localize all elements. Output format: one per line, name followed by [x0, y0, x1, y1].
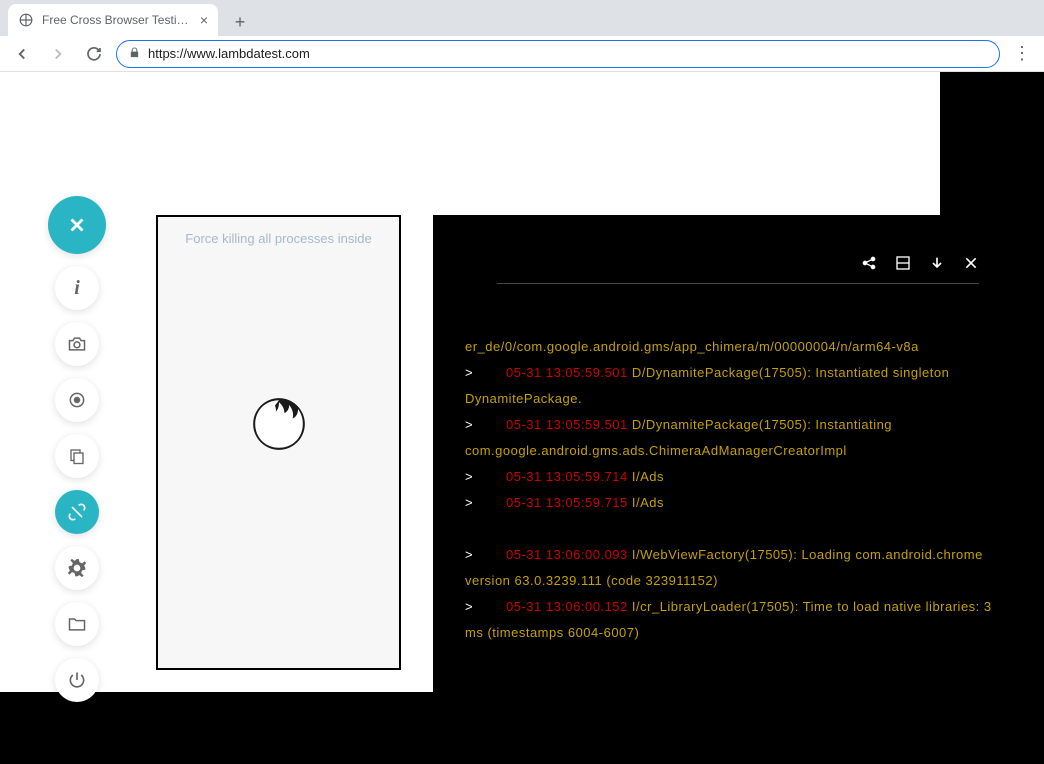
sidebar: i — [48, 196, 106, 702]
screenshot-button[interactable] — [55, 322, 99, 366]
close-logs-button[interactable] — [963, 255, 979, 271]
address-bar-row: https://www.lambdatest.com ⋮ — [0, 36, 1044, 72]
share-icon — [861, 255, 877, 271]
split-button[interactable] — [895, 255, 911, 271]
close-session-button[interactable] — [48, 196, 106, 254]
tab-bar: Free Cross Browser Testing Clou × + — [0, 0, 1044, 36]
page-content: i Force killing all processes inside — [0, 72, 940, 692]
files-button[interactable] — [55, 602, 99, 646]
log-line — [465, 516, 1011, 542]
log-line: er_de/0/com.google.android.gms/app_chime… — [465, 334, 1011, 360]
device-frame[interactable]: Force killing all processes inside — [156, 215, 401, 670]
power-button[interactable] — [55, 658, 99, 702]
device-status-text: Force killing all processes inside — [171, 217, 385, 260]
log-line: > 05-31 13:06:00.093 I/WebViewFactory(17… — [465, 542, 1011, 594]
browser-menu-icon[interactable]: ⋮ — [1008, 43, 1036, 64]
gear-icon — [67, 558, 87, 578]
camera-icon — [67, 334, 87, 354]
firefox-logo-icon — [245, 390, 313, 458]
copy-button[interactable] — [55, 434, 99, 478]
tools-icon — [67, 502, 87, 522]
logs-body[interactable]: er_de/0/com.google.android.gms/app_chime… — [433, 284, 1043, 666]
browser-tab[interactable]: Free Cross Browser Testing Clou × — [8, 4, 218, 36]
new-tab-button[interactable]: + — [226, 8, 254, 36]
lock-icon — [129, 47, 140, 61]
back-button[interactable] — [8, 40, 36, 68]
close-tab-icon[interactable]: × — [200, 12, 208, 28]
browser-chrome: Free Cross Browser Testing Clou × + http… — [0, 0, 1044, 72]
logs-header: LOGS — [497, 229, 979, 284]
reload-button[interactable] — [80, 40, 108, 68]
logs-panel: LOGS er_de/0/com.goog — [433, 215, 1043, 764]
close-icon — [963, 255, 979, 271]
download-button[interactable] — [929, 255, 945, 271]
log-line: > 05-31 13:05:59.714 I/Ads — [465, 464, 1011, 490]
record-icon — [67, 390, 87, 410]
devtools-button[interactable] — [55, 490, 99, 534]
info-button[interactable]: i — [55, 266, 99, 310]
copy-icon — [68, 447, 86, 465]
download-icon — [929, 255, 945, 271]
url-text: https://www.lambdatest.com — [148, 46, 310, 61]
tab-title: Free Cross Browser Testing Clou — [42, 13, 192, 27]
info-icon: i — [74, 277, 80, 300]
power-icon — [67, 670, 87, 690]
record-button[interactable] — [55, 378, 99, 422]
log-line: > 05-31 13:06:00.152 I/cr_LibraryLoader(… — [465, 594, 1011, 646]
share-button[interactable] — [861, 255, 877, 271]
log-line: > 05-31 13:05:59.715 I/Ads — [465, 490, 1011, 516]
logs-title: LOGS — [497, 256, 546, 271]
address-bar[interactable]: https://www.lambdatest.com — [116, 40, 1000, 68]
tab-favicon-icon — [18, 12, 34, 28]
forward-button[interactable] — [44, 40, 72, 68]
log-line: > 05-31 13:05:59.501 D/DynamitePackage(1… — [465, 412, 1011, 464]
logs-actions — [861, 255, 979, 271]
split-icon — [895, 255, 911, 271]
log-line: > 05-31 13:05:59.501 D/DynamitePackage(1… — [465, 360, 1011, 412]
settings-button[interactable] — [55, 546, 99, 590]
folder-icon — [67, 614, 87, 634]
